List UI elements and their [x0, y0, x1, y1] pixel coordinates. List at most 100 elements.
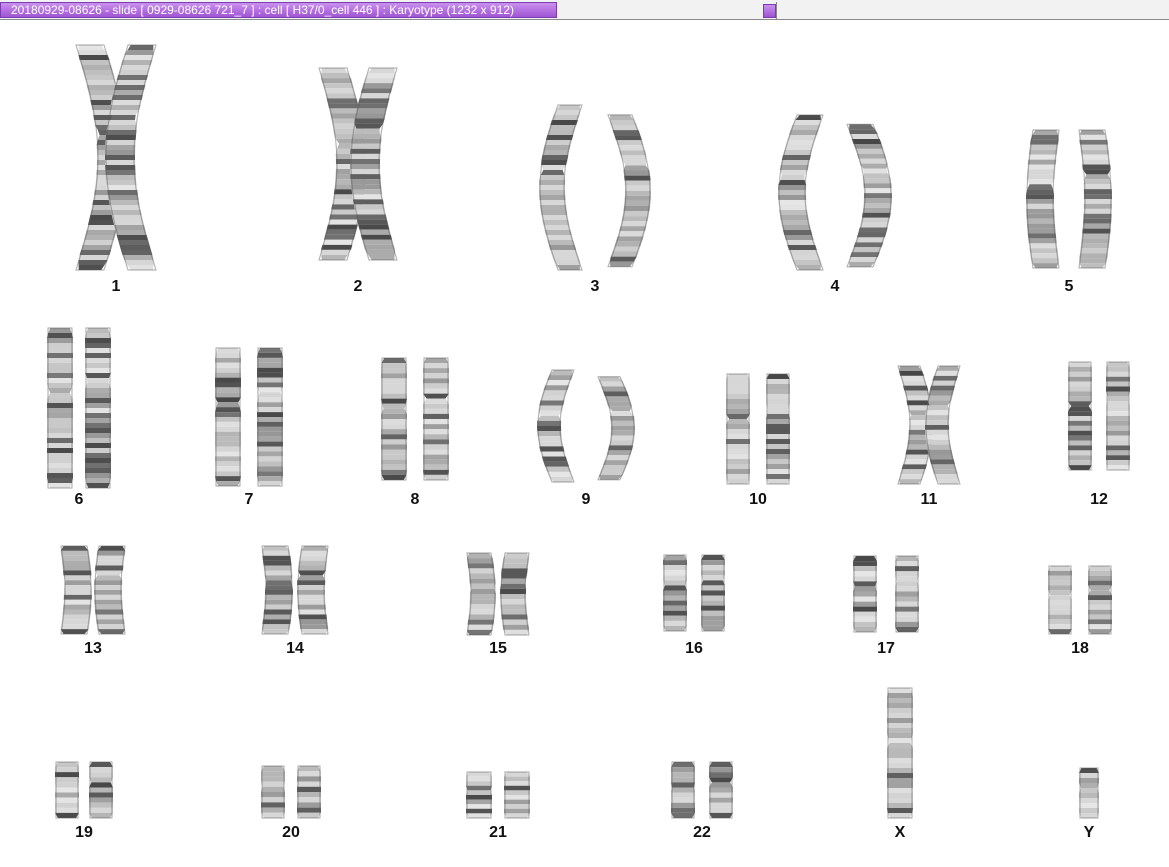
chromosome-band [887, 733, 913, 738]
chromosome-band [261, 776, 285, 782]
chromosome-pair-4[interactable] [768, 110, 902, 275]
chromosome-band [624, 180, 651, 186]
resize-handle[interactable] [763, 4, 776, 18]
chromosome-band [468, 609, 496, 615]
chromosome-pair-x[interactable] [867, 683, 933, 823]
chromosome-pair-18[interactable] [1038, 561, 1122, 639]
chromosome-pair-17[interactable] [843, 551, 929, 637]
chromosome-band [887, 688, 913, 693]
chromosome-band [726, 434, 750, 439]
chromosome-pair-9[interactable] [527, 365, 645, 487]
chromosome-band [85, 433, 111, 438]
chromosome-band [766, 374, 790, 379]
chromosome-band [297, 776, 321, 782]
chromosome-band [381, 383, 407, 389]
chromatid [257, 347, 283, 487]
chromosome-band [297, 797, 321, 803]
chromosome-band [1106, 371, 1130, 377]
chromosome-pair-1[interactable] [43, 40, 189, 275]
chromosome-band [352, 199, 384, 205]
chromosome-band [257, 431, 283, 437]
chromosome-band [853, 606, 877, 612]
chromosome-band [663, 575, 687, 581]
chromosome-band [78, 55, 110, 60]
chromosome-band [935, 479, 959, 484]
chromosome-pair-16[interactable] [653, 550, 735, 636]
chromatid [1048, 565, 1072, 635]
chromosome-band [624, 185, 651, 191]
chromosome-band [726, 474, 750, 479]
chromosome-band [887, 803, 913, 808]
chromosome-pair-12[interactable] [1058, 357, 1140, 475]
chromosome-band [784, 145, 814, 150]
chromosome-pair-11[interactable] [875, 361, 983, 489]
chromosome-band [610, 420, 635, 426]
chromosome-band [320, 73, 351, 79]
chromosome-band [795, 265, 821, 270]
chromosome-pair-7[interactable] [205, 343, 293, 491]
chromosome-band [78, 255, 110, 260]
chromosome-band [543, 385, 570, 391]
chromosome-band [97, 629, 126, 634]
chromosome-band [359, 93, 391, 99]
chromosome-band [350, 158, 381, 164]
chromosome-band [895, 561, 919, 567]
chromatid [504, 771, 530, 819]
chromosome-band [85, 423, 111, 428]
chromosome-band [543, 145, 571, 150]
chromosome-pair-2[interactable] [290, 63, 426, 265]
chromosome-band [381, 358, 407, 364]
chromosome-pair-20[interactable] [251, 761, 331, 823]
chromosome-pair-21[interactable] [456, 767, 540, 823]
chromosome-band [81, 245, 113, 250]
chromosome-band [85, 388, 111, 393]
chromosome-band [895, 576, 919, 582]
chromosome-band [895, 556, 919, 562]
chromosome-band [257, 476, 283, 482]
chromosome-pair-10[interactable] [716, 369, 800, 489]
chromosome-pair-y[interactable] [1059, 763, 1119, 823]
window-title-tab[interactable]: 20180929-08626 - slide [ 0929-08626 721_… [0, 2, 557, 18]
chromosome-pair-5[interactable] [1016, 125, 1122, 273]
chromosome-band [94, 575, 123, 581]
chromosome-image [215, 347, 283, 487]
chromosome-pair-3[interactable] [529, 100, 661, 275]
chromosome-band [423, 403, 449, 409]
chromatid [846, 123, 892, 268]
chromosome-band [599, 381, 626, 387]
chromosome-band [785, 240, 816, 245]
chromosome-band [94, 585, 123, 590]
chromosome-band [624, 190, 651, 196]
chromosome-pair-15[interactable] [452, 548, 544, 640]
chromosome-band [47, 423, 73, 428]
chromosome-band [423, 363, 449, 369]
chromosome-band [355, 214, 387, 220]
chromosome-band [1068, 362, 1092, 367]
chromosome-pair-19[interactable] [45, 757, 123, 823]
chromosome-band [726, 399, 750, 404]
chromosome-band [320, 78, 353, 84]
chromosome-band [263, 609, 293, 615]
chromosome-band [1083, 189, 1112, 195]
chromosome-band [466, 624, 494, 630]
chromosome-band [47, 408, 73, 413]
chromosome-pair-22[interactable] [661, 757, 743, 823]
chromosome-band [549, 476, 573, 482]
chromosome-band [1068, 465, 1092, 470]
chromosome-band [381, 373, 407, 379]
chromosome-pair-13[interactable] [46, 541, 140, 639]
chromosome-pair-14[interactable] [247, 541, 343, 639]
chromosome-band [849, 124, 875, 130]
chromosome-label-5: 5 [1064, 278, 1074, 295]
chromosome-pair-6[interactable] [37, 323, 121, 493]
chromosome-band [1026, 169, 1056, 175]
chromosome-band [89, 787, 113, 793]
chromosome-band [623, 170, 651, 176]
chromatid [887, 687, 913, 819]
chromosome-band [663, 615, 687, 621]
chromosome-pair-8[interactable] [371, 353, 459, 485]
chromosome-band [1079, 803, 1099, 808]
chromosome-band [895, 581, 919, 587]
chromosome-band [671, 807, 695, 813]
chromosome-band [1083, 199, 1112, 204]
